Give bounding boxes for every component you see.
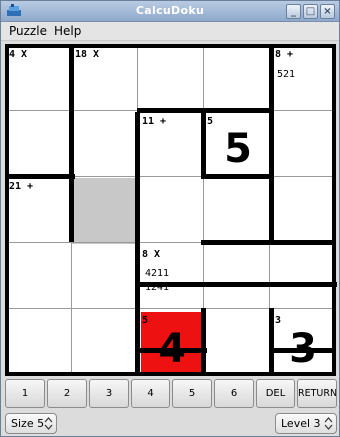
size-select-value: Size 5	[11, 417, 45, 430]
level-select-value: Level 3	[281, 417, 321, 430]
cage-border	[201, 110, 206, 176]
cage-clue: 5	[142, 315, 149, 326]
cage-border	[269, 240, 336, 245]
cage-clue: 8 +	[275, 49, 294, 60]
cell-r5c4[interactable]	[207, 312, 269, 372]
cell-r3c5[interactable]	[273, 180, 333, 242]
cell-r3c3[interactable]	[141, 180, 203, 242]
cell-value: 3	[289, 326, 317, 372]
cage-border	[201, 240, 271, 245]
number-button-5[interactable]: 5	[172, 379, 212, 408]
cage-border	[69, 44, 74, 242]
number-button-1[interactable]: 1	[5, 379, 45, 408]
cell-r1c3[interactable]	[141, 48, 203, 110]
title-bar[interactable]: CalcuDoku _ □ ×	[1, 1, 339, 22]
number-button-3[interactable]: 3	[89, 379, 129, 408]
cage-border	[201, 174, 271, 179]
menu-help[interactable]: Help	[54, 24, 81, 38]
number-button-4[interactable]: 4	[131, 379, 170, 408]
candidate-notes: 4211	[145, 268, 170, 279]
cell-r5c1[interactable]	[9, 312, 71, 372]
number-button-6[interactable]: 6	[214, 379, 254, 408]
board-border-left	[5, 44, 9, 376]
cell-r2c2[interactable]	[75, 114, 137, 176]
minimize-button[interactable]: _	[286, 4, 301, 19]
cage-border	[5, 174, 75, 179]
candidate-notes: 521	[277, 69, 296, 80]
cage-border	[201, 108, 271, 113]
cell-r1c4[interactable]	[207, 48, 269, 110]
cage-clue: 18 X	[75, 49, 100, 60]
number-button-2[interactable]: 2	[47, 379, 87, 408]
close-button[interactable]: ×	[320, 4, 335, 19]
cage-clue: 4 X	[9, 49, 28, 60]
candidate-notes: 1241	[145, 282, 170, 293]
cell-r3c2-selected[interactable]	[71, 178, 137, 244]
cell-r4c2[interactable]	[75, 246, 137, 308]
puzzle-grid: 4 X 18 X 8 + 11 + 5 21 + 8 X 5 3 521 421…	[5, 44, 337, 376]
return-button[interactable]: RETURN	[297, 379, 337, 408]
cage-clue: 11 +	[142, 116, 167, 127]
cage-border	[137, 108, 207, 113]
spinner-arrows-icon	[44, 417, 53, 430]
cage-clue: 8 X	[142, 249, 161, 260]
cell-r2c5[interactable]	[273, 114, 333, 176]
maximize-button[interactable]: □	[303, 4, 318, 19]
cage-clue: 3	[275, 315, 282, 326]
board-border-top	[5, 44, 336, 48]
cage-border	[135, 112, 140, 376]
level-select[interactable]: Level 3	[275, 413, 337, 434]
cage-border	[269, 44, 274, 242]
calcudoku-window: CalcuDoku _ □ × Puzzle Help 4 X 18 X 8 +…	[0, 0, 340, 437]
menu-puzzle[interactable]: Puzzle	[9, 24, 47, 38]
grid-line	[5, 308, 336, 309]
spinner-arrows-icon	[324, 417, 333, 430]
size-select[interactable]: Size 5	[5, 413, 57, 434]
cell-value: 5	[224, 126, 252, 172]
cage-clue: 21 +	[9, 181, 34, 192]
cell-r4c1[interactable]	[9, 246, 71, 308]
cell-r2c1[interactable]	[9, 114, 71, 176]
board-border-bottom	[5, 372, 336, 376]
cell-r4c4[interactable]	[207, 246, 269, 308]
menu-bar: Puzzle Help	[1, 22, 339, 41]
cell-value: 4	[158, 326, 186, 372]
cell-r5c2[interactable]	[75, 312, 137, 372]
cell-r3c4[interactable]	[207, 180, 269, 242]
cell-r4c5[interactable]	[273, 246, 333, 308]
delete-button[interactable]: DEL	[256, 379, 295, 408]
